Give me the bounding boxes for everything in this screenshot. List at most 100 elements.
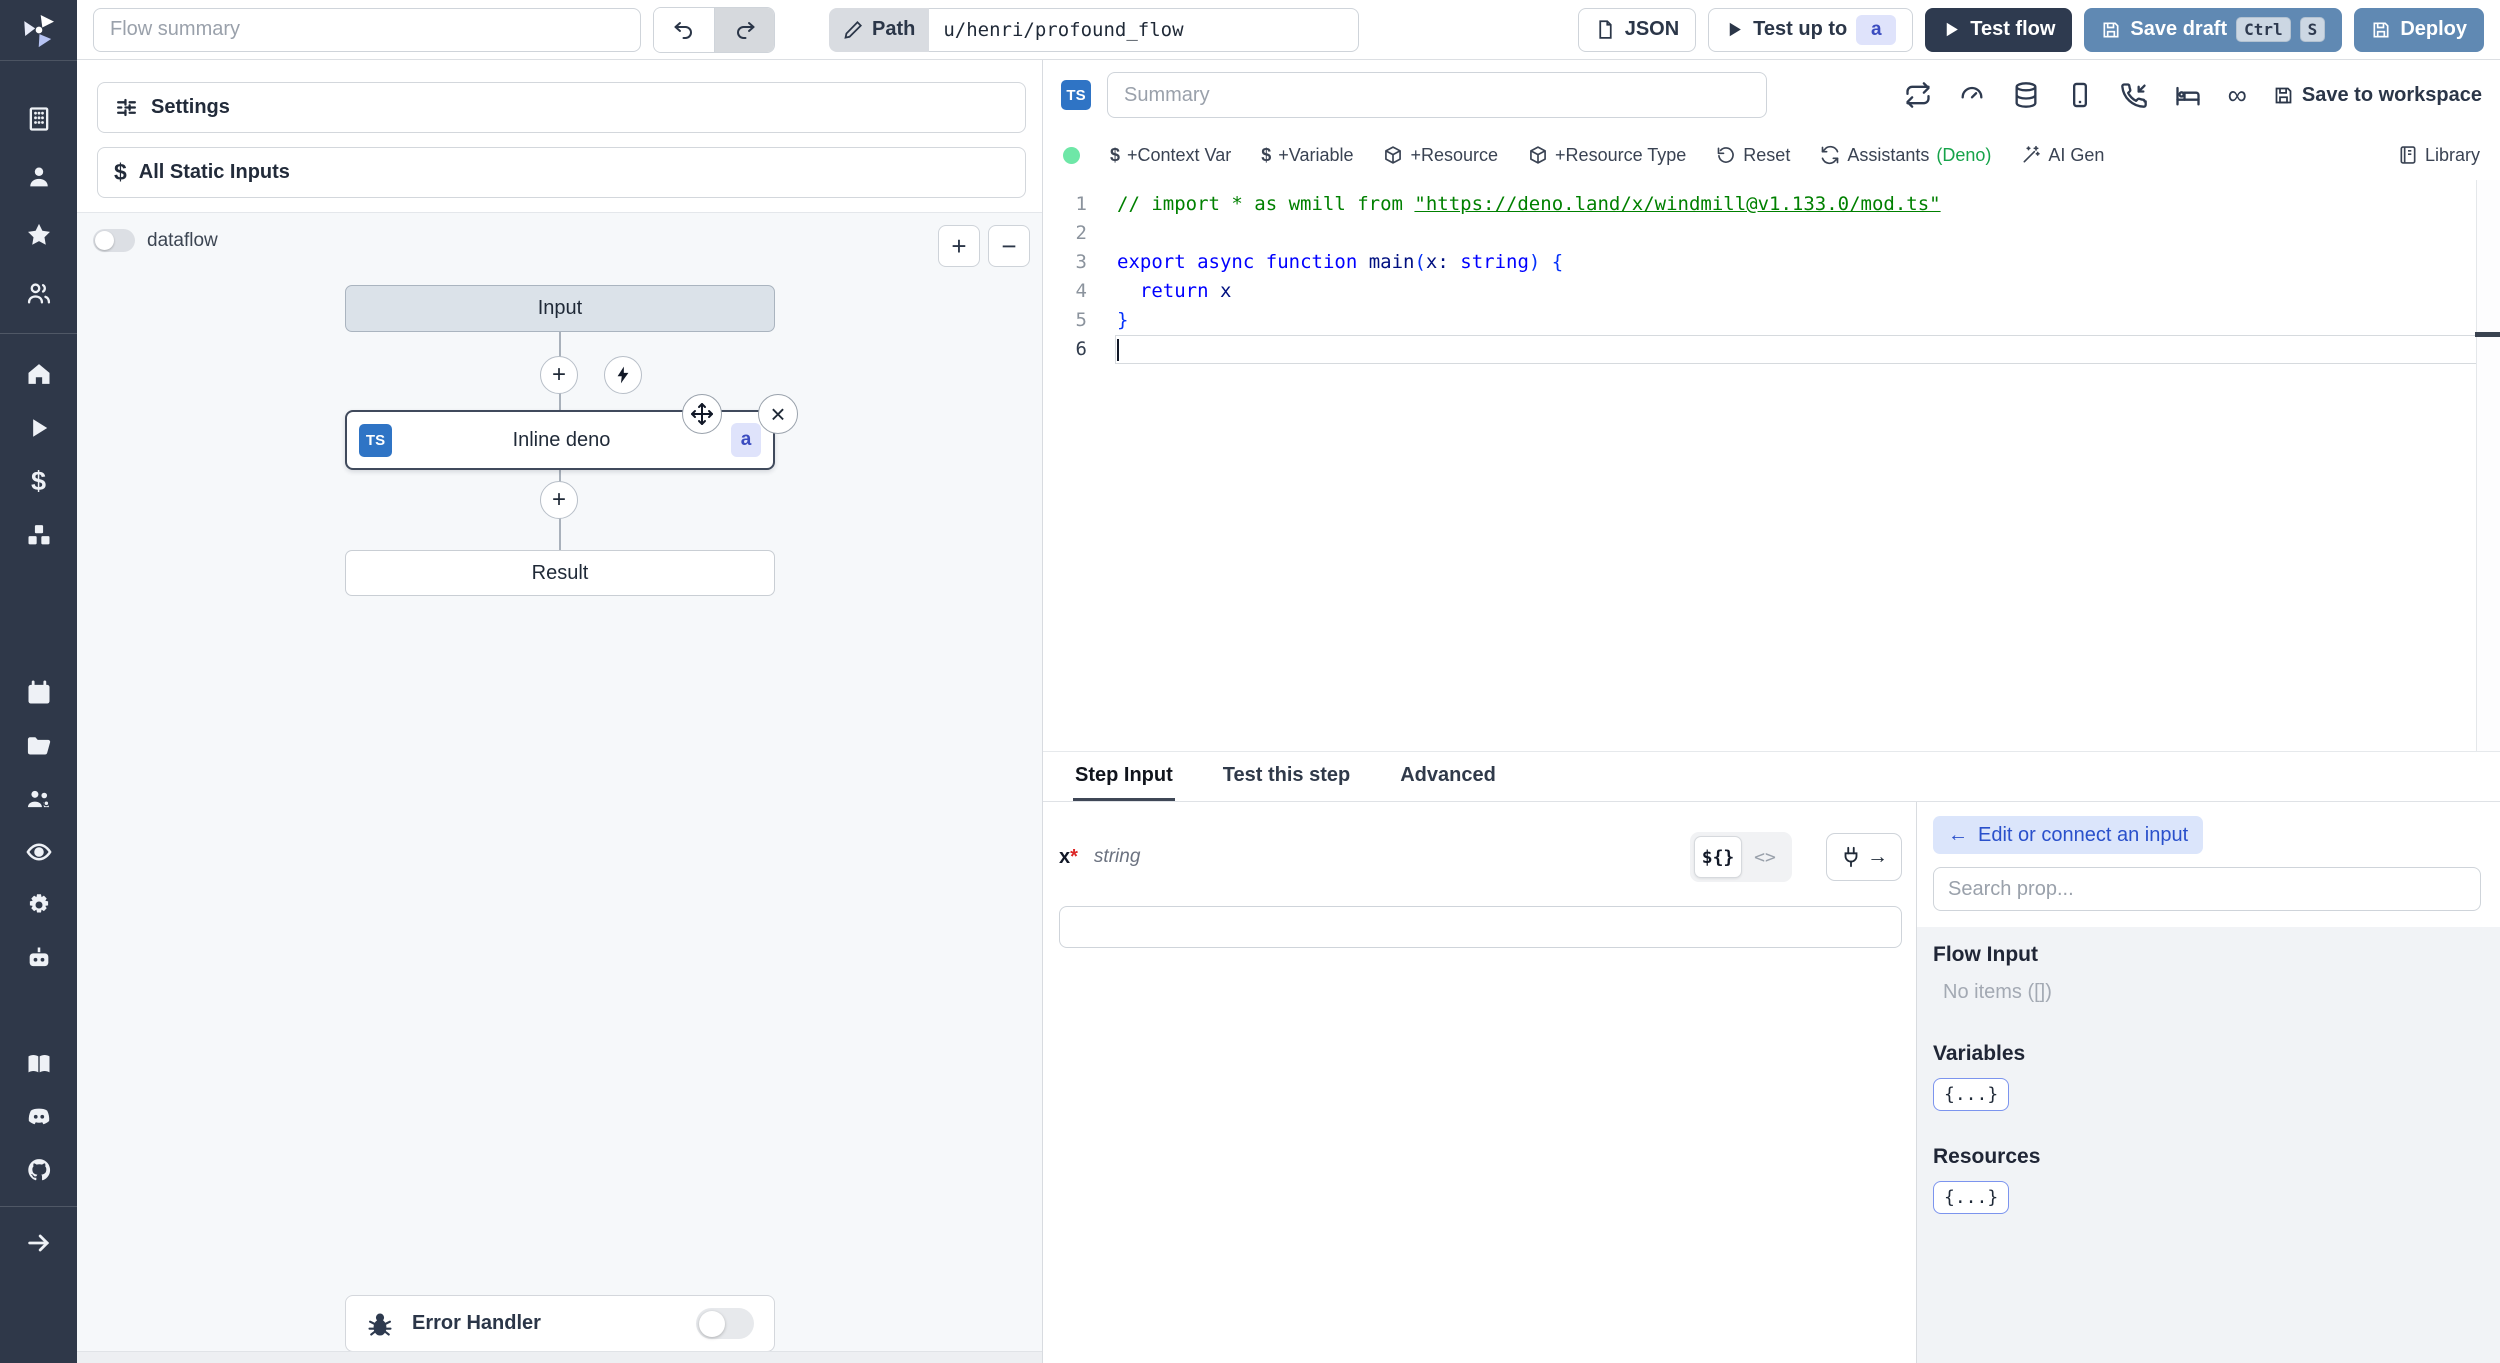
- editor-scrollbar[interactable]: [2475, 180, 2500, 751]
- tab-step-input[interactable]: Step Input: [1073, 752, 1175, 801]
- step-node-label: Inline deno: [512, 428, 611, 451]
- result-node[interactable]: Result: [345, 550, 775, 596]
- expand-arrow-icon[interactable]: [25, 1229, 53, 1257]
- code-mode-button[interactable]: <>: [1742, 837, 1788, 877]
- connect-input-button[interactable]: →: [1826, 833, 1902, 881]
- step-input-pane: x * string ${} <> →: [1043, 802, 1916, 1363]
- ai-gen-button[interactable]: AI Gen: [2021, 145, 2104, 166]
- arg-name: x: [1059, 845, 1071, 868]
- step-summary-input[interactable]: [1107, 72, 1767, 118]
- move-icon: [690, 402, 714, 426]
- infinity-icon[interactable]: ∞: [2228, 81, 2247, 109]
- bed-icon[interactable]: [2174, 81, 2202, 109]
- all-static-inputs-button[interactable]: $ All Static Inputs: [97, 147, 1026, 198]
- database-icon[interactable]: [2012, 81, 2040, 109]
- dataflow-toggle[interactable]: [93, 229, 135, 252]
- variables-object-chip[interactable]: {...}: [1933, 1078, 2010, 1111]
- repeat-icon[interactable]: [1904, 81, 1932, 109]
- wand-sparkles-icon: [2021, 145, 2041, 165]
- variables-dollar-icon[interactable]: $: [31, 468, 46, 495]
- path-input[interactable]: [929, 7, 1360, 52]
- redo-button[interactable]: [714, 7, 774, 52]
- json-button[interactable]: JSON: [1577, 7, 1697, 52]
- error-handler-label: Error Handler: [412, 1312, 541, 1334]
- template-mode-button[interactable]: ${}: [1694, 836, 1742, 878]
- tab-advanced[interactable]: Advanced: [1398, 752, 1498, 801]
- error-handler-card[interactable]: Error Handler: [345, 1295, 775, 1351]
- star-icon[interactable]: [25, 221, 53, 249]
- code-editor[interactable]: 123456 // import * as wmill from "https:…: [1043, 180, 2500, 751]
- test-up-to-button[interactable]: Test up to a: [1708, 7, 1914, 52]
- workspace-building-icon[interactable]: [25, 105, 53, 133]
- phone-incoming-icon[interactable]: [2120, 81, 2148, 109]
- add-context-var-button[interactable]: $ +Context Var: [1110, 145, 1231, 166]
- input-node[interactable]: Input: [345, 285, 775, 332]
- users-group-icon[interactable]: [25, 279, 53, 307]
- discord-icon[interactable]: [25, 1103, 53, 1131]
- save-draft-label: Save draft: [2130, 18, 2228, 40]
- github-icon[interactable]: [25, 1156, 53, 1184]
- path-chip[interactable]: Path: [829, 7, 930, 52]
- save-to-workspace-button[interactable]: Save to workspace: [2273, 84, 2482, 107]
- undo-button[interactable]: [654, 7, 714, 52]
- resources-object-chip[interactable]: {...}: [1933, 1181, 2010, 1214]
- save-icon: [2371, 20, 2391, 40]
- file-json-icon: [1595, 19, 1616, 40]
- tab-test-this-step[interactable]: Test this step: [1221, 752, 1352, 801]
- package-icon: [1383, 145, 1403, 165]
- user-icon[interactable]: [25, 163, 53, 191]
- add-variable-button[interactable]: $ +Variable: [1261, 145, 1353, 166]
- trigger-bolt-button[interactable]: [604, 356, 642, 394]
- plus-icon: +: [551, 361, 566, 388]
- path-group: Path: [829, 7, 1360, 52]
- schedules-calendar-icon[interactable]: [25, 679, 53, 707]
- zoom-in-button[interactable]: +: [938, 225, 980, 267]
- flow-graph[interactable]: dataflow + − Input + TS Inline deno a × …: [77, 212, 1042, 1351]
- search-prop-input[interactable]: [1933, 867, 2481, 911]
- resources-title: Resources: [1933, 1145, 2041, 1168]
- test-up-to-label: Test up to: [1753, 18, 1848, 40]
- add-step-button-top[interactable]: +: [540, 356, 578, 394]
- flow-settings-button[interactable]: Settings: [97, 82, 1026, 133]
- step-arg-input[interactable]: [1059, 906, 1902, 948]
- add-resource-button[interactable]: +Resource: [1383, 145, 1498, 166]
- edit-or-connect-button[interactable]: ← Edit or connect an input: [1933, 816, 2204, 854]
- smartphone-icon[interactable]: [2066, 81, 2094, 109]
- assistants-lang: (Deno): [1936, 144, 1992, 165]
- code-gutter: 123456: [1075, 193, 1087, 360]
- flow-panel: Settings $ All Static Inputs dataflow + …: [77, 60, 1043, 1363]
- folders-icon[interactable]: [25, 732, 53, 760]
- sliders-icon: [114, 95, 139, 120]
- deploy-button[interactable]: Deploy: [2354, 7, 2484, 52]
- move-step-handle[interactable]: [682, 394, 722, 434]
- add-step-button-bottom[interactable]: +: [540, 481, 578, 519]
- home-icon[interactable]: [25, 360, 53, 388]
- bug-icon: [366, 1310, 394, 1338]
- code-body[interactable]: // import * as wmill from "https://deno.…: [1115, 190, 2477, 751]
- resources-boxes-icon[interactable]: [25, 521, 53, 549]
- zoom-out-button[interactable]: −: [988, 225, 1030, 267]
- docs-book-icon[interactable]: [25, 1050, 53, 1078]
- workers-bot-icon[interactable]: [25, 944, 53, 972]
- groups-admin-icon[interactable]: [25, 785, 53, 813]
- test-flow-button[interactable]: Test flow: [1925, 7, 2073, 52]
- save-draft-button[interactable]: Save draft Ctrl S: [2084, 7, 2343, 52]
- settings-gear-icon[interactable]: [25, 891, 53, 919]
- windmill-logo[interactable]: [0, 0, 77, 61]
- kbd-ctrl: Ctrl: [2236, 17, 2291, 42]
- code-panel: TS ∞ Save to workspace: [1043, 60, 2500, 1363]
- error-handler-toggle[interactable]: [696, 1308, 754, 1339]
- arg-type: string: [1093, 846, 1141, 867]
- assistants-button[interactable]: Assistants (Deno): [1820, 145, 1991, 166]
- step-id-badge: a: [731, 423, 761, 457]
- add-resource-type-button[interactable]: +Resource Type: [1528, 145, 1686, 166]
- library-button[interactable]: Library: [2398, 145, 2480, 166]
- flow-summary-input[interactable]: [93, 7, 641, 52]
- runs-play-icon[interactable]: [25, 414, 53, 442]
- input-node-label: Input: [537, 297, 583, 319]
- delete-step-button[interactable]: ×: [758, 394, 798, 434]
- reset-button[interactable]: Reset: [1716, 145, 1790, 166]
- add-resource-label: +Resource: [1410, 144, 1499, 165]
- gauge-icon[interactable]: [1958, 81, 1986, 109]
- audit-eye-icon[interactable]: [25, 838, 53, 866]
